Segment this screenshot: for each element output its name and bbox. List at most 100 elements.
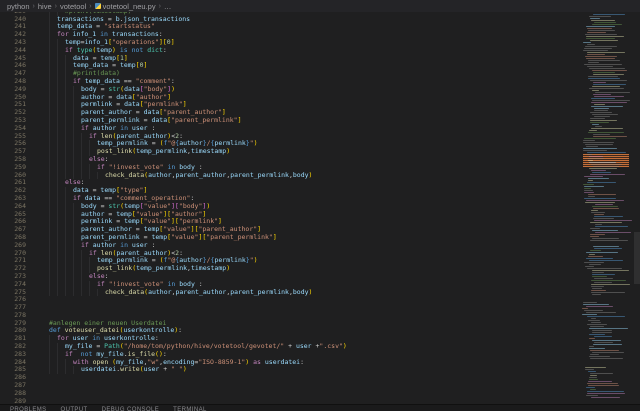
indent-guide [57,140,65,148]
indent-guide [57,366,65,374]
code-line[interactable]: 287 [0,382,640,390]
code-line[interactable]: 273else: [0,273,640,281]
minimap-line [587,324,607,325]
code-line[interactable]: 277 [0,304,640,312]
tab-debug-console[interactable]: DEBUG CONSOLE [102,407,160,411]
minimap-line [592,340,621,341]
indent-guide [73,140,81,148]
minimap-line [595,126,602,127]
tab-problems[interactable]: PROBLEMS [10,407,47,411]
indent-guide [65,148,73,156]
indent-guide [73,94,81,102]
minimap-line [591,322,601,323]
code-line[interactable]: 276 [0,296,640,304]
code-line[interactable]: 255if len(parent_author)<2: [0,133,640,141]
minimap-line [593,14,625,15]
indent-guide [81,164,89,172]
code-line[interactable]: 288 [0,390,640,398]
indent-guide [89,289,97,297]
indent-guide [49,47,57,55]
code-line[interactable]: 285userdatei.write(user + " ") [0,366,640,374]
code-line[interactable]: 286 [0,374,640,382]
vertical-scrollbar-thumb[interactable] [634,232,640,284]
minimap-line [585,367,606,368]
minimap-line [591,128,623,129]
code-line[interactable]: 260check_data(author,parent_author,paren… [0,172,640,180]
minimap-line [590,120,617,121]
minimap-line [589,379,598,380]
minimap-line [589,338,595,339]
minimap[interactable] [581,12,633,402]
minimap-line [591,170,606,171]
indent-guide [57,218,65,226]
indent-guide [49,289,57,297]
minimap-line [591,284,630,285]
indent-guide [73,133,81,141]
indent-guide [57,351,65,359]
chevron-right-icon: › [33,3,35,10]
tab-terminal[interactable]: TERMINAL [173,407,207,411]
breadcrumb-file-name[interactable]: votetool_neu.py [103,2,156,11]
minimap-line [588,178,609,179]
tab-output[interactable]: OUTPUT [61,407,88,411]
code-line[interactable]: 256temp_permlink = (f"@{author}/{permlin… [0,140,640,148]
minimap-line [594,96,624,97]
indent-guide [57,101,65,109]
indent-guide [73,101,81,109]
minimap-line [590,18,600,19]
indent-guide [65,164,73,172]
code-line[interactable]: 271temp_permlink = (f"@{author}/{permlin… [0,257,640,265]
code-line[interactable]: 258else: [0,156,640,164]
breadcrumb-folder-votetool[interactable]: votetool [60,2,86,11]
breadcrumb-folder-python[interactable]: python [7,2,30,11]
minimap-line [593,84,626,85]
minimap-line [588,385,619,386]
indent-guide [49,218,57,226]
minimap-line [591,318,596,319]
indent-guide [49,242,57,250]
minimap-line [585,56,617,57]
code-line[interactable]: 259if "!invest_vote" in body : [0,164,640,172]
code-area[interactable]: 239#print(timestamp)240transactions = b.… [0,12,640,404]
chevron-right-icon: › [55,3,57,10]
indent-guide [73,109,81,117]
indent-guide [73,250,81,258]
indent-guide [49,140,57,148]
indent-guide [49,164,57,172]
minimap-line [592,330,612,331]
minimap-line [592,172,611,173]
minimap-line [586,252,618,253]
indent-guide [65,242,73,250]
minimap-line [591,290,606,291]
minimap-line [584,64,622,65]
code-line[interactable]: 274if "!invest_vote" in body : [0,281,640,289]
indent-guide [49,78,57,86]
minimap-line [590,118,605,119]
breadcrumb-symbol[interactable]: … [164,2,172,11]
indent-guide [49,273,57,281]
minimap-line [592,274,615,275]
minimap-line [584,188,591,189]
minimap-line [588,180,593,181]
minimap-line [585,266,594,267]
code-text: post_link(temp_permlink,timestamp) [30,265,640,273]
breadcrumb-folder-hive[interactable]: hive [38,2,52,11]
indent-guide [57,47,65,55]
minimap-line [590,234,605,235]
code-line[interactable]: 275check_data(author,parent_author,paren… [0,289,640,297]
code-line[interactable]: 270if len(parent_author)<2: [0,250,640,258]
indent-guide [57,156,65,164]
minimap-line [590,122,609,123]
minimap-line [590,326,604,327]
indent-guide [97,172,105,180]
minimap-line [589,346,594,347]
minimap-line [583,148,617,149]
minimap-line [592,70,627,71]
minimap-line [590,358,623,359]
minimap-line [592,24,622,25]
minimap-line [587,383,618,384]
minimap-line [591,210,598,211]
indent-guide [49,125,57,133]
minimap-line [584,48,612,49]
minimap-line [594,22,616,23]
